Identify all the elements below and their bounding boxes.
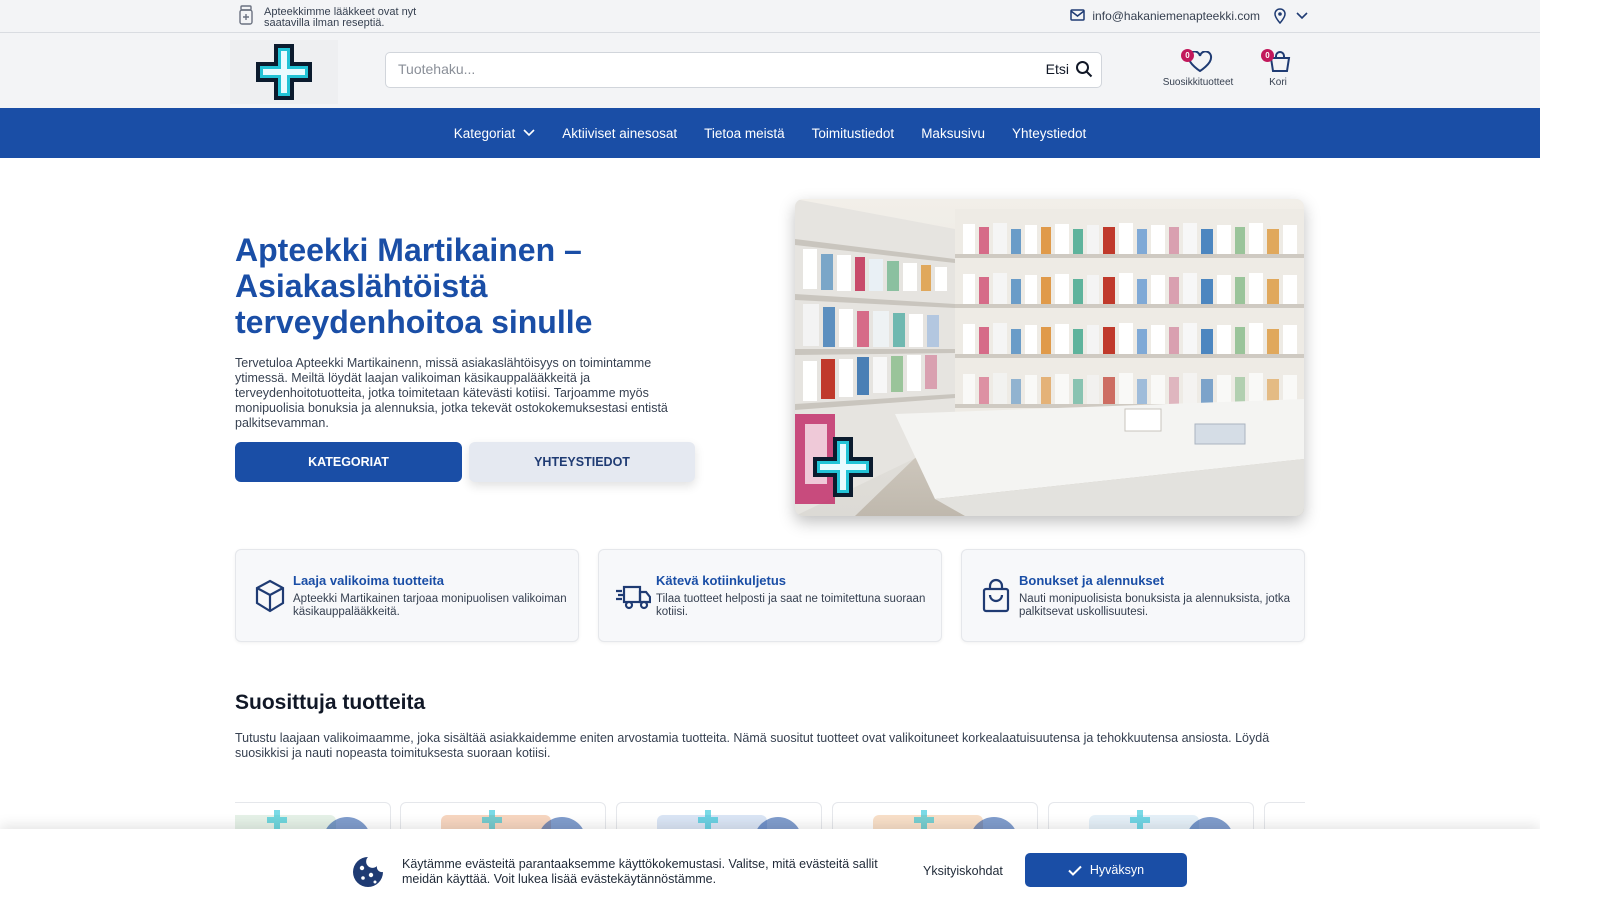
search-input[interactable] [398,61,998,77]
site-logo[interactable] [230,40,338,104]
search-icon [1076,61,1093,78]
nav-item-active-ingredients[interactable]: Aktiiviset ainesosat [562,126,677,141]
checkmark-icon [1068,865,1082,876]
email-text: info@hakaniemenapteekki.com [1092,9,1260,23]
box-icon [252,578,288,614]
feature-title: Laaja valikoima tuotteita [293,573,444,588]
feature-description: Nauti monipuolisista bonuksista ja alenn… [1019,593,1291,618]
nav-item-about[interactable]: Tietoa meistä [704,126,785,141]
feature-card-bonuses: Bonukset ja alennukset Nauti monipuolisi… [961,549,1305,642]
hero-text: Tervetuloa Apteekki Martikainenn, missä … [235,356,668,430]
nav-item-kategoriat[interactable]: Kategoriat [454,126,536,141]
feature-card-selection: Laaja valikoima tuotteita Apteekki Marti… [235,549,579,642]
logo-cross-icon [1130,810,1150,830]
hero-title: Apteekki Martikainen – Asiakaslähtöistä … [235,232,593,340]
location-selector[interactable] [1274,8,1308,24]
logo-cross-icon [267,810,287,830]
cart-button[interactable]: 0 Kori [1258,49,1298,88]
favorites-count-badge: 0 [1181,49,1194,62]
page: Apteekkimme lääkkeet ovat nyt saatavilla… [0,0,1540,901]
feature-card-delivery: Kätevä kotiinkuljetus Tilaa tuotteet hel… [598,549,942,642]
feature-description: Tilaa tuotteet helposti ja saat ne toimi… [656,593,926,618]
prescription-notice: Apteekkimme lääkkeet ovat nyt saatavilla… [238,5,434,30]
main-nav: Kategoriat Aktiiviset ainesosat Tietoa m… [0,108,1540,158]
chevron-down-icon [523,129,535,137]
delivery-truck-icon [615,578,652,614]
email-link[interactable]: info@hakaniemenapteekki.com [1070,8,1260,24]
pharmacy-hero-image [795,199,1304,516]
logo-cross-icon [914,810,934,830]
logo-cross-icon [698,810,718,830]
site-header: Etsi 0 Suosikkituotteet 0 Kori [0,33,1540,108]
favorites-button[interactable]: 0 Suosikkituotteet [1158,49,1238,88]
categories-button[interactable]: KATEGORIAT [235,442,462,482]
feature-title: Bonukset ja alennukset [1019,573,1165,588]
nav-item-delivery[interactable]: Toimitustiedot [812,126,895,141]
cookie-accept-button[interactable]: Hyväksyn [1025,853,1187,887]
feature-title: Kätevä kotiinkuljetus [656,573,787,588]
location-pin-icon [1274,8,1286,24]
cookie-details-link[interactable]: Yksityiskohdat [923,864,1003,878]
search-button[interactable]: Etsi [1046,60,1093,78]
page-margin [1540,0,1600,901]
feature-description: Apteekki Martikainen tarjoaa monipuolise… [293,593,567,618]
contact-button[interactable]: YHTEYSTIEDOT [469,442,695,482]
chevron-down-icon [1296,12,1308,20]
medicine-bottle-icon [238,5,254,30]
cookie-icon [351,855,385,889]
search-bar: Etsi [385,52,1102,88]
cookie-text: Käytämme evästeitä parantaaksemme käyttö… [402,857,878,886]
search-button-label: Etsi [1045,61,1069,77]
notice-text: Apteekkimme lääkkeet ovat nyt saatavilla… [264,5,417,29]
favorites-label: Suosikkituotteet [1162,77,1234,88]
cart-count-badge: 0 [1261,49,1274,62]
cookie-consent-bar: Käytämme evästeitä parantaaksemme käyttö… [0,829,1540,901]
top-bar: Apteekkimme lääkkeet ovat nyt saatavilla… [0,0,1540,33]
cookie-accept-label: Hyväksyn [1089,863,1145,877]
logo-cross-icon [482,810,502,830]
shopping-bag-icon [978,578,1014,614]
cart-label: Kori [1269,77,1287,88]
nav-item-label: Kategoriat [453,125,516,141]
nav-item-payment[interactable]: Maksusivu [921,126,985,141]
mail-icon [1070,8,1086,24]
popular-products-text: Tutustu laajaan valikoimaamme, joka sisä… [235,731,1270,760]
nav-item-contact[interactable]: Yhteystiedot [1012,126,1086,141]
popular-products-title: Suosittuja tuotteita [235,691,426,714]
